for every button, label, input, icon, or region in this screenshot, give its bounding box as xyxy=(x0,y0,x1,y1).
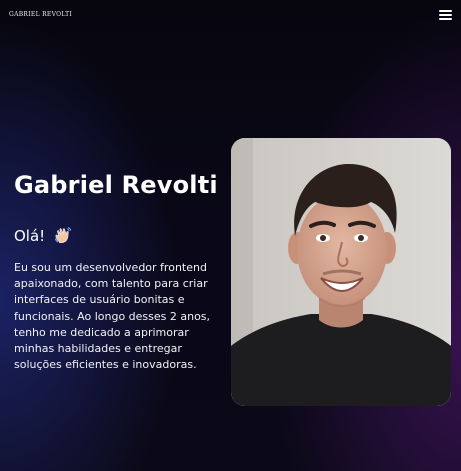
greeting-line: Olá! xyxy=(14,226,72,246)
greeting-text: Olá! xyxy=(14,227,46,245)
profile-photo xyxy=(231,138,451,406)
menu-line xyxy=(439,14,452,16)
waving-hand-icon xyxy=(54,227,72,244)
hamburger-menu-icon[interactable] xyxy=(439,9,452,21)
hero-bio: Eu sou um desenvolvedor frontend apaixon… xyxy=(14,261,211,372)
hero-name: Gabriel Revolti xyxy=(14,171,218,199)
profile-photo-illustration xyxy=(231,138,451,406)
menu-line xyxy=(439,10,452,12)
hero-intro: Gabriel Revolti Olá! Eu sou um desenvolv… xyxy=(14,168,229,371)
site-logo[interactable]: Gabriel Revolti xyxy=(9,11,72,18)
menu-line xyxy=(439,18,452,20)
top-navigation-bar: Gabriel Revolti xyxy=(0,0,461,32)
